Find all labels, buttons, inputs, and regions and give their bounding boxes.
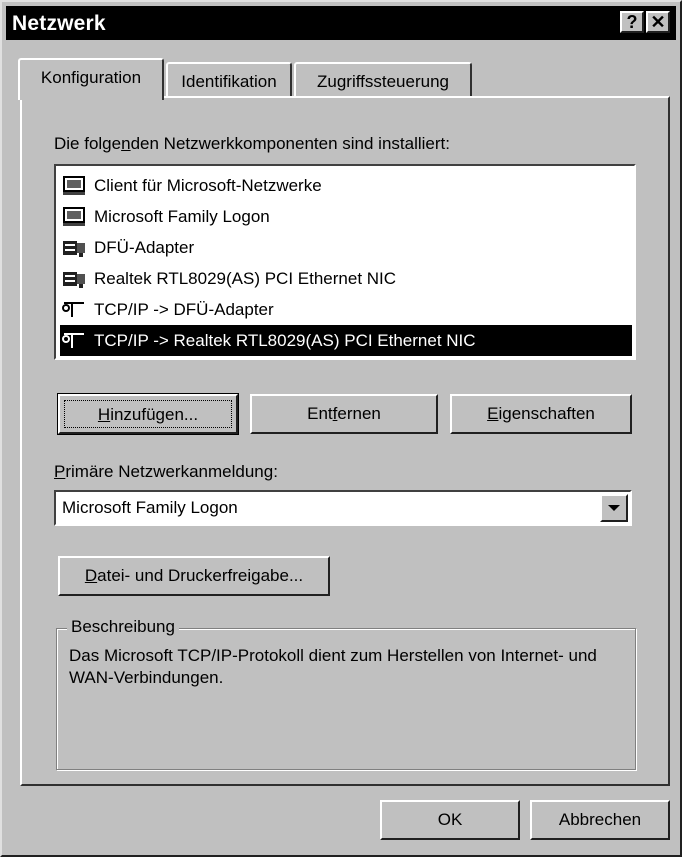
cancel-button[interactable]: Abbrechen [530,800,670,840]
primary-logon-label: Primäre Netzwerkanmeldung: [54,462,278,481]
adapter-icon [63,272,85,288]
list-item[interactable]: Client für Microsoft-Netzwerke [60,170,632,201]
help-icon: ? [626,12,638,32]
netzwerk-dialog: Netzwerk ? ✕ Konfiguration Identifikatio… [0,0,682,857]
tab-identifikation-label: Identifikation [181,72,277,91]
primary-logon-value: Microsoft Family Logon [62,498,238,517]
focus-rect: Hinzufügen... [64,400,232,428]
tab-zugriffssteuerung[interactable]: Zugriffssteuerung [294,62,472,98]
description-group: Beschreibung Das Microsoft TCP/IP-Protok… [56,617,636,770]
components-list[interactable]: Client für Microsoft-Netzwerke Microsoft… [54,164,636,360]
tab-konfiguration-label: Konfiguration [40,68,142,87]
chevron-down-icon [608,505,620,511]
adapter-icon [63,241,85,257]
tab-zugriffssteuerung-label: Zugriffssteuerung [317,72,449,91]
file-print-sharing-button[interactable]: Datei- und Druckerfreigabe... [58,556,330,596]
client-icon [63,176,85,195]
list-item[interactable]: TCP/IP -> DFÜ-Adapter [60,294,632,325]
remove-button[interactable]: Entfernen [250,394,438,434]
primary-logon-select[interactable]: Microsoft Family Logon [54,490,632,526]
description-title: Beschreibung [67,617,179,637]
components-heading: Die folgenden Netzwerkkomponenten sind i… [54,134,450,153]
help-button[interactable]: ? [620,11,644,33]
window-title: Netzwerk [12,12,106,35]
close-icon: ✕ [650,12,666,32]
client-icon [63,207,85,226]
dropdown-button[interactable] [600,494,628,522]
protocol-icon [62,302,84,317]
list-item[interactable]: DFÜ-Adapter [60,232,632,263]
list-item-selected[interactable]: TCP/IP -> Realtek RTL8029(AS) PCI Ethern… [60,325,632,356]
protocol-icon [62,333,84,348]
title-bar[interactable]: Netzwerk ? ✕ [6,6,676,40]
description-text: Das Microsoft TCP/IP-Protokoll dient zum… [69,646,597,687]
list-item[interactable]: Microsoft Family Logon [60,201,632,232]
list-item[interactable]: Realtek RTL8029(AS) PCI Ethernet NIC [60,263,632,294]
tab-identifikation[interactable]: Identifikation [166,62,292,98]
tab-konfiguration[interactable]: Konfiguration [18,58,164,100]
properties-button[interactable]: Eigenschaften [450,394,632,434]
close-button[interactable]: ✕ [646,11,670,33]
add-button[interactable]: Hinzufügen... [57,393,239,435]
ok-button[interactable]: OK [380,800,520,840]
